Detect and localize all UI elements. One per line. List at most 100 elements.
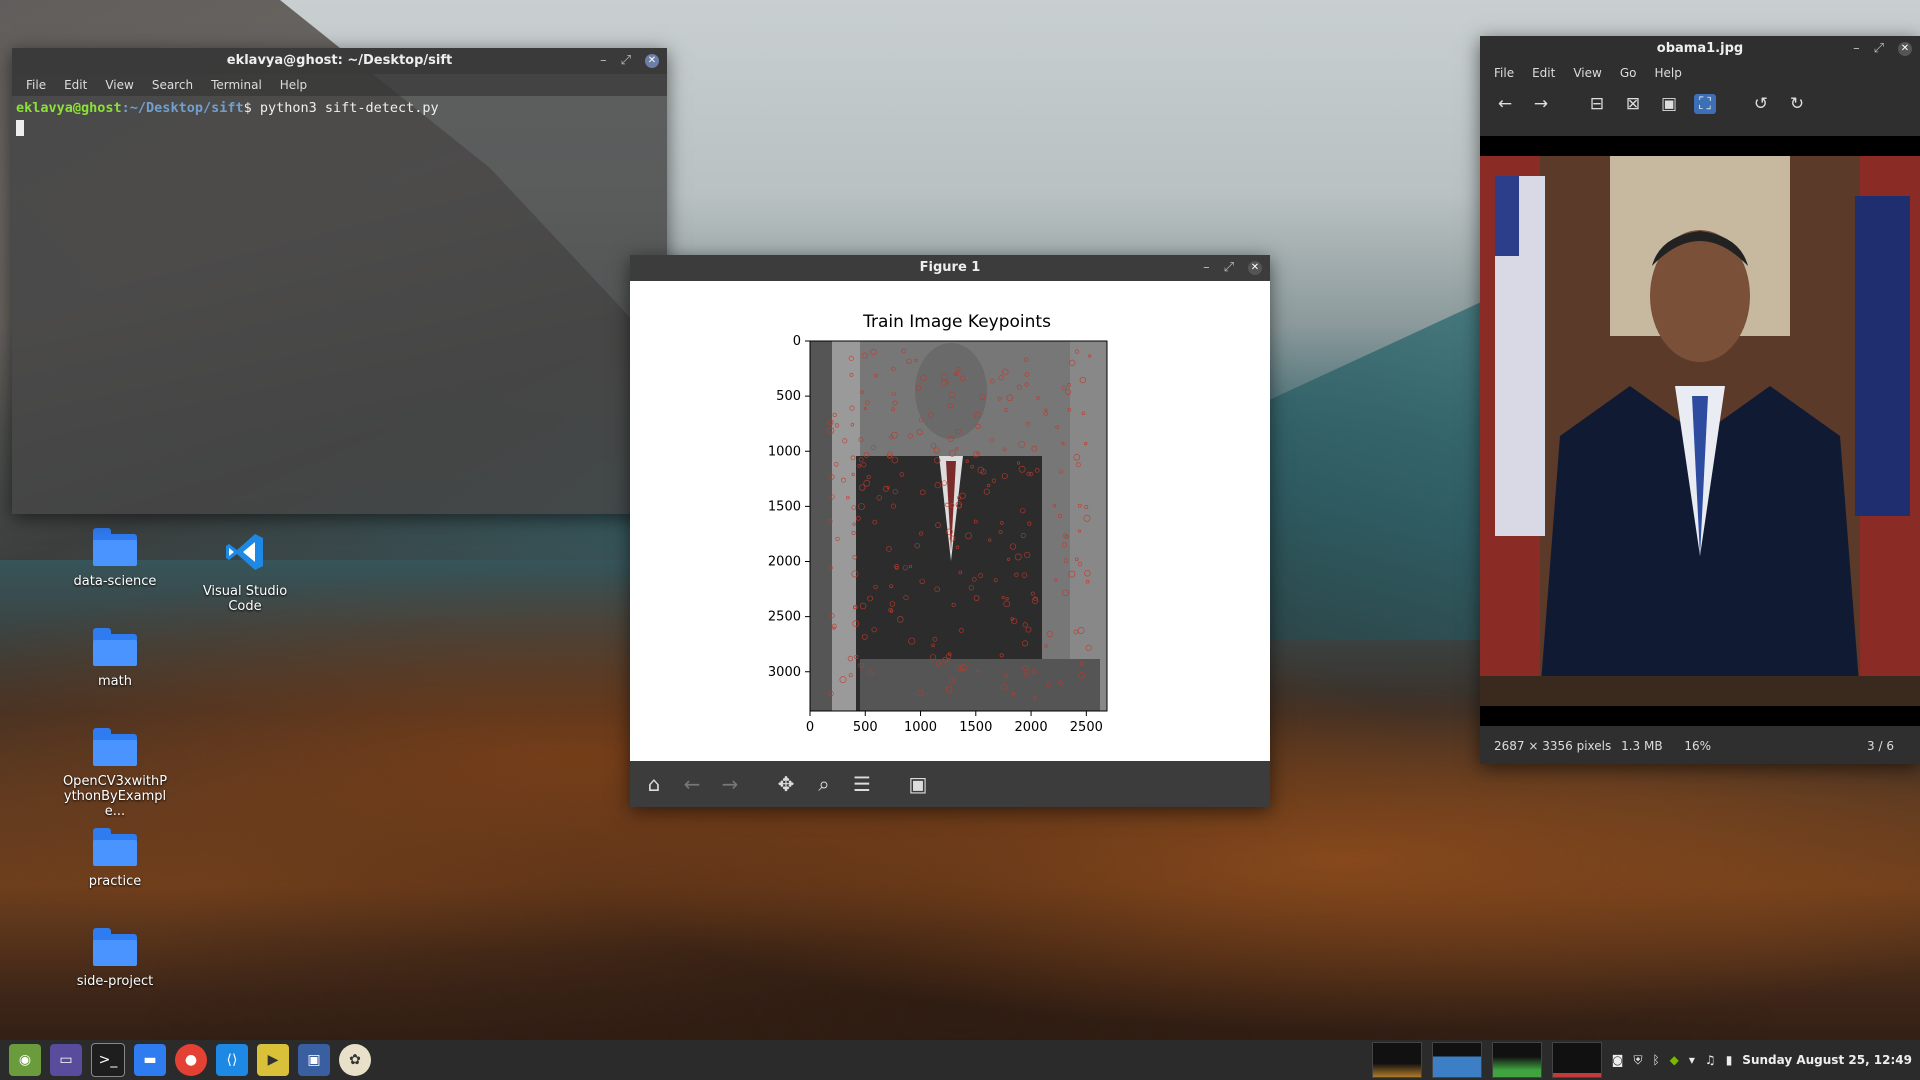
menu-search[interactable]: Search (152, 74, 193, 96)
terminal-cursor (16, 120, 24, 136)
maximize-icon[interactable]: ⤢ (621, 48, 631, 74)
minimize-icon[interactable]: – (600, 48, 607, 74)
status-filesize: 1.3 MB (1621, 739, 1663, 753)
previous-icon[interactable]: ← (1494, 94, 1516, 114)
nvidia-icon[interactable]: ◆ (1670, 1053, 1679, 1067)
viewer-titlebar[interactable]: obama1.jpg – ⤢ ✕ (1480, 36, 1920, 62)
vscode-app-icon[interactable]: ⟨⟩ (216, 1044, 248, 1076)
viewer-statusbar: 2687 × 3356 pixels 1.3 MB 16% 3 / 6 (1480, 728, 1920, 764)
terminal-app-icon[interactable]: >_ (91, 1043, 125, 1077)
figure-titlebar[interactable]: Figure 1 – ⤢ ✕ (630, 255, 1270, 281)
pycharm-app-icon[interactable]: ▶ (257, 1044, 289, 1076)
terminal-titlebar[interactable]: eklavya@ghost: ~/Desktop/sift – ⤢ ✕ (12, 48, 667, 74)
terminal-line: eklavya@ghost:~/Desktop/sift$ python3 si… (16, 100, 663, 116)
fullscreen-icon[interactable]: ⛶ (1694, 94, 1716, 114)
menu-view[interactable]: View (105, 74, 133, 96)
portrait-image (1480, 156, 1920, 706)
status-zoom: 16% (1684, 739, 1712, 753)
workspace-icon[interactable]: ▭ (50, 1044, 82, 1076)
forward-icon[interactable]: → (718, 772, 742, 796)
save-icon[interactable]: ▣ (906, 772, 930, 796)
chrome-app-icon[interactable]: ● (175, 1044, 207, 1076)
maximize-icon[interactable]: ⤢ (1224, 255, 1234, 281)
desktop-icon-label: practice (88, 874, 142, 889)
bluetooth-icon[interactable]: ᛒ (1652, 1053, 1659, 1067)
back-icon[interactable]: ← (680, 772, 704, 796)
desktop-icon-label: side-project (76, 974, 154, 989)
maximize-icon[interactable]: ⤢ (1874, 36, 1884, 62)
window-title: obama1.jpg (1656, 41, 1744, 56)
status-dimensions: 2687 × 3356 pixels (1494, 739, 1612, 753)
rotate-left-icon[interactable]: ↺ (1750, 94, 1772, 114)
menu-edit[interactable]: Edit (1532, 62, 1555, 84)
folder-icon (93, 728, 137, 766)
desktop-folder-opencv[interactable]: OpenCV3xwithPythonByExample... (60, 728, 170, 819)
prompt-path: :~/Desktop/sift (121, 100, 244, 116)
menu-file[interactable]: File (26, 74, 46, 96)
desktop-icon-label: data-science (73, 574, 157, 589)
clock[interactable]: Sunday August 25, 12:49 (1742, 1053, 1912, 1067)
y-tick-label: 3000 (768, 665, 801, 680)
zoom-original-icon[interactable]: ▣ (1658, 94, 1680, 114)
terminal-window[interactable]: eklavya@ghost: ~/Desktop/sift – ⤢ ✕ File… (12, 48, 667, 514)
disk-graph (1551, 1042, 1602, 1078)
security-icon[interactable]: ⛨ (1633, 1053, 1642, 1068)
x-tick-label: 1500 (959, 720, 992, 735)
image-viewer-app-icon[interactable]: ✿ (339, 1044, 371, 1076)
desktop-folder-data-science[interactable]: data-science (60, 528, 170, 589)
image-canvas[interactable] (1480, 136, 1920, 726)
sound-icon[interactable]: ♫ (1705, 1053, 1716, 1067)
minimize-icon[interactable]: – (1853, 36, 1860, 62)
home-icon[interactable]: ⌂ (642, 772, 666, 796)
folder-icon (93, 628, 137, 666)
pan-icon[interactable]: ✥ (774, 772, 798, 796)
y-tick-label: 1000 (768, 444, 801, 459)
desktop-folder-side-project[interactable]: side-project (60, 928, 170, 989)
folder-icon (93, 528, 137, 566)
close-icon[interactable]: ✕ (1898, 42, 1912, 56)
wifi-icon[interactable]: ▾ (1689, 1053, 1695, 1067)
y-tick-label: 2000 (768, 555, 801, 570)
menu-view[interactable]: View (1573, 62, 1601, 84)
memory-graph (1431, 1042, 1482, 1078)
close-icon[interactable]: ✕ (1248, 261, 1262, 275)
menu-go[interactable]: Go (1620, 62, 1637, 84)
mint-menu-icon[interactable]: ◉ (9, 1044, 41, 1076)
folder-icon (93, 928, 137, 966)
rotate-right-icon[interactable]: ↻ (1786, 94, 1808, 114)
x-tick-label: 500 (853, 720, 878, 735)
desktop-folder-math[interactable]: math (60, 628, 170, 689)
screen-recorder-app-icon[interactable]: ▣ (298, 1044, 330, 1076)
terminal-menubar: File Edit View Search Terminal Help (12, 74, 667, 96)
menu-file[interactable]: File (1494, 62, 1514, 84)
vscode-icon (226, 534, 263, 570)
desktop-folder-practice[interactable]: practice (60, 828, 170, 889)
figure-canvas[interactable]: Train Image Keypoints 0 500 1000 1500 2000 25… (630, 281, 1270, 761)
close-icon[interactable]: ✕ (645, 54, 659, 68)
minimize-icon[interactable]: – (1203, 255, 1210, 281)
configure-icon[interactable]: ☰ (850, 772, 874, 796)
battery-icon[interactable]: ▮ (1726, 1053, 1733, 1067)
next-icon[interactable]: → (1530, 94, 1552, 114)
desktop-vscode[interactable]: Visual Studio Code (190, 530, 300, 614)
menu-terminal[interactable]: Terminal (211, 74, 262, 96)
image-viewer-window[interactable]: obama1.jpg – ⤢ ✕ File Edit View Go Help … (1480, 36, 1920, 764)
terminal-output[interactable]: eklavya@ghost:~/Desktop/sift$ python3 si… (12, 96, 667, 144)
files-app-icon[interactable]: ▬ (134, 1044, 166, 1076)
figure-window[interactable]: Figure 1 – ⤢ ✕ Train Image Keypoints 0 50… (630, 255, 1270, 807)
x-axis: 0 500 1000 1500 2000 2500 (806, 711, 1103, 735)
system-tray: ◙ ⛨ ᛒ ◆ ▾ ♫ ▮ Sunday August 25, 12:49 (1371, 1042, 1920, 1078)
zoom-icon[interactable]: ⌕ (812, 772, 836, 796)
y-tick-label: 2500 (768, 610, 801, 625)
zoom-fit-icon[interactable]: ⊠ (1622, 94, 1644, 114)
camera-icon[interactable]: ◙ (1612, 1053, 1624, 1067)
menu-help[interactable]: Help (1654, 62, 1681, 84)
taskbar: ◉ ▭ >_ ▬ ● ⟨⟩ ▶ ▣ ✿ ◙ ⛨ ᛒ ◆ ▾ ♫ ▮ Sunday… (0, 1040, 1920, 1080)
prompt-user: eklavya@ghost (16, 100, 122, 116)
menu-edit[interactable]: Edit (64, 74, 87, 96)
figure-toolbar: ⌂ ← → ✥ ⌕ ☰ ▣ (630, 761, 1270, 807)
menu-help[interactable]: Help (280, 74, 307, 96)
zoom-out-icon[interactable]: ⊟ (1586, 94, 1608, 114)
folder-icon (93, 828, 137, 866)
x-tick-label: 0 (806, 720, 814, 735)
